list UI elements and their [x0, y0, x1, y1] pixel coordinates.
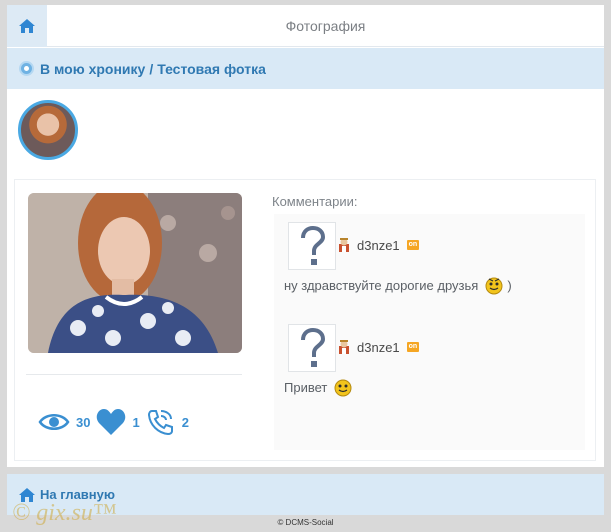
- comment-text-row: ну здравствуйте дорогие друзья ): [284, 275, 512, 295]
- smiley-icon: [485, 277, 503, 295]
- comment-avatar[interactable]: [288, 222, 336, 270]
- comment-text: Привет: [284, 379, 328, 395]
- phone-comment-icon[interactable]: [146, 408, 176, 436]
- home-button[interactable]: [7, 5, 47, 47]
- photo-panel: 30 1 2 Комментарии: d3nze1 on ну здравст…: [14, 179, 596, 461]
- comment-author[interactable]: d3nze1: [357, 238, 400, 253]
- comment-text: ну здравствуйте дорогие друзья: [284, 277, 479, 293]
- online-badge: on: [406, 240, 420, 250]
- comment-avatar[interactable]: [288, 324, 336, 372]
- photo-image[interactable]: [28, 193, 242, 353]
- question-mark-icon: [301, 328, 326, 367]
- breadcrumb: В мою хронику / Тестовая фотка: [7, 48, 604, 89]
- comment-meta: d3nze1 on: [336, 237, 420, 253]
- divider: [26, 374, 242, 375]
- top-bar: Фотография: [7, 5, 604, 47]
- likes-count: 1: [132, 414, 140, 430]
- comments-list: d3nze1 on ну здравствуйте дорогие друзья…: [274, 214, 585, 450]
- comment-meta: d3nze1 on: [336, 339, 420, 355]
- comment-text-row: Привет: [284, 377, 356, 397]
- comments-heading: Комментарии:: [272, 194, 358, 209]
- photo-stats: 30 1 2: [38, 408, 195, 436]
- views-count: 30: [76, 414, 91, 430]
- breadcrumb-separator: /: [149, 60, 154, 77]
- copyright[interactable]: © DCMS-Social: [0, 518, 611, 527]
- user-avatar[interactable]: [18, 100, 78, 160]
- comment-suffix: ): [507, 277, 512, 293]
- home-icon: [19, 19, 35, 33]
- breadcrumb-timeline-link[interactable]: В мою хронику: [40, 61, 145, 77]
- bullet-icon: [19, 61, 34, 76]
- photo-illustration: [28, 193, 242, 353]
- eye-icon: [38, 414, 70, 430]
- page-title: Фотография: [285, 18, 366, 34]
- user-rank-icon: [339, 340, 349, 354]
- smiley-icon: [334, 379, 352, 397]
- online-badge: on: [406, 342, 420, 352]
- comment-author[interactable]: d3nze1: [357, 340, 400, 355]
- heart-icon[interactable]: [96, 408, 126, 436]
- page-frame: Фотография В мою хронику / Тестовая фотк…: [7, 5, 604, 467]
- user-rank-icon: [339, 238, 349, 252]
- breadcrumb-photo-link[interactable]: Тестовая фотка: [157, 61, 266, 77]
- question-mark-icon: [301, 226, 326, 265]
- comments-count: 2: [181, 414, 189, 430]
